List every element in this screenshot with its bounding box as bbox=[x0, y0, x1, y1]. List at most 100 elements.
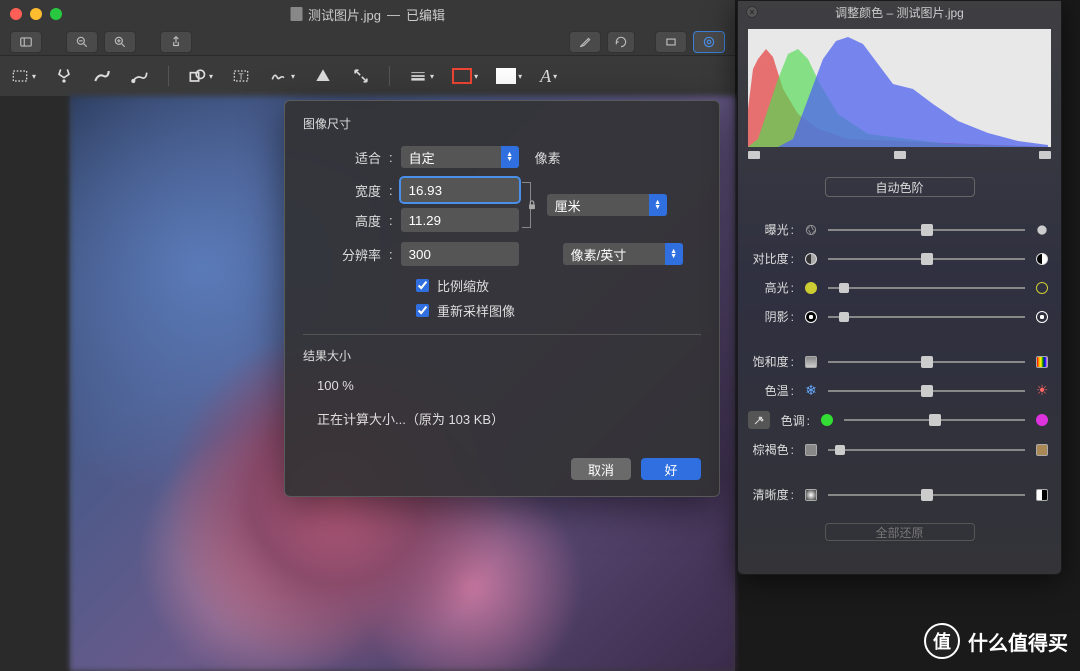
rotate-button[interactable] bbox=[607, 31, 635, 53]
resolution-input[interactable] bbox=[401, 242, 519, 266]
panel-close-button[interactable]: ✕ bbox=[746, 6, 758, 18]
saturation-label: 饱和度 bbox=[750, 353, 794, 370]
saturation-slider[interactable] bbox=[828, 361, 1025, 363]
adjust-color-panel: ✕ 调整颜色 – 测试图片.jpg 自动色阶 曝光 对比度 高光 阴影 bbox=[737, 0, 1062, 575]
dialog-divider bbox=[303, 334, 701, 335]
temp-cold-icon: ❄ bbox=[804, 384, 818, 398]
tint-slider[interactable] bbox=[844, 419, 1025, 421]
separator bbox=[168, 66, 169, 86]
highlights-slider-row: 高光 bbox=[738, 279, 1061, 296]
highlights-slider[interactable] bbox=[828, 287, 1025, 289]
share-button[interactable] bbox=[160, 31, 192, 53]
shadows-slider[interactable] bbox=[828, 316, 1025, 318]
sketch-tool[interactable] bbox=[92, 66, 112, 86]
sepia-full-icon bbox=[1035, 443, 1049, 457]
aperture-filled-icon bbox=[1035, 223, 1049, 237]
resolution-unit-select[interactable]: 像素/英寸 ▲▼ bbox=[563, 243, 683, 265]
saturation-high-icon bbox=[1035, 355, 1049, 369]
temperature-slider-row: 色温 ❄ ☀ bbox=[738, 382, 1061, 399]
fit-label: 适合 bbox=[303, 148, 381, 167]
sepia-slider[interactable] bbox=[828, 449, 1025, 451]
resolution-label: 分辨率 bbox=[303, 245, 381, 264]
sharpness-slider-row: 清晰度 bbox=[738, 486, 1061, 503]
window-maximize-button[interactable] bbox=[50, 8, 62, 20]
exposure-label: 曝光 bbox=[750, 221, 794, 238]
markup-button[interactable] bbox=[569, 31, 601, 53]
sharpness-low-icon bbox=[804, 488, 818, 502]
sepia-none-icon bbox=[804, 443, 818, 457]
temp-hot-icon: ☀ bbox=[1035, 384, 1049, 398]
ok-button[interactable]: 好 bbox=[641, 458, 701, 480]
sign-tool[interactable]: ▾ bbox=[269, 66, 295, 86]
panel-title: 调整颜色 – 测试图片.jpg bbox=[835, 4, 964, 21]
line-style-tool[interactable]: ▾ bbox=[408, 66, 434, 86]
watermark-badge: 值 bbox=[924, 623, 960, 659]
fill-color-tool[interactable]: ▾ bbox=[496, 68, 522, 84]
lock-icon[interactable] bbox=[525, 198, 539, 212]
section-result-label: 结果大小 bbox=[303, 347, 701, 364]
window-minimize-button[interactable] bbox=[30, 8, 42, 20]
contrast-slider[interactable] bbox=[828, 258, 1025, 260]
auto-levels-button[interactable]: 自动色阶 bbox=[825, 177, 975, 197]
separator bbox=[389, 66, 390, 86]
reset-all-button[interactable]: 全部还原 bbox=[825, 523, 975, 541]
width-label: 宽度 bbox=[303, 181, 381, 200]
shadows-label: 阴影 bbox=[750, 308, 794, 325]
traffic-lights bbox=[10, 8, 62, 20]
highlight-clip-slider[interactable] bbox=[1039, 151, 1051, 159]
temperature-slider[interactable] bbox=[828, 390, 1025, 392]
exposure-slider-row: 曝光 bbox=[738, 221, 1061, 238]
resolution-unit-value: 像素/英寸 bbox=[571, 245, 627, 264]
height-input[interactable] bbox=[401, 208, 519, 232]
height-label: 高度 bbox=[303, 211, 381, 230]
text-tool[interactable]: T bbox=[231, 66, 251, 86]
draw-tool[interactable] bbox=[130, 66, 150, 86]
adjust-color-tool[interactable] bbox=[313, 66, 333, 86]
histogram-sliders bbox=[748, 151, 1051, 159]
shapes-tool[interactable]: ▾ bbox=[187, 66, 213, 86]
shadows-slider-row: 阴影 bbox=[738, 308, 1061, 325]
window-close-button[interactable] bbox=[10, 8, 22, 20]
contrast-low-icon bbox=[804, 252, 818, 266]
sepia-label: 棕褐色 bbox=[750, 441, 794, 458]
scale-proportionally-checkbox[interactable] bbox=[416, 279, 429, 292]
svg-text:T: T bbox=[238, 71, 243, 81]
fit-select[interactable]: 自定 ▲▼ bbox=[401, 146, 519, 168]
aperture-icon bbox=[804, 223, 818, 237]
zoom-out-button[interactable] bbox=[66, 31, 98, 53]
histogram[interactable] bbox=[748, 29, 1051, 147]
shadow-outline-icon bbox=[1035, 310, 1049, 324]
result-message: 正在计算大小...（原为 103 KB） bbox=[317, 409, 701, 428]
sepia-slider-row: 棕褐色 bbox=[738, 441, 1061, 458]
zoom-in-button[interactable] bbox=[104, 31, 136, 53]
titlebar: 测试图片.jpg — 已编辑 bbox=[0, 0, 735, 28]
sharpness-slider[interactable] bbox=[828, 494, 1025, 496]
result-percent: 100 % bbox=[317, 378, 701, 393]
select-arrows-icon: ▲▼ bbox=[649, 194, 667, 216]
highlights-label: 高光 bbox=[750, 279, 794, 296]
sidebar-toggle-button[interactable] bbox=[10, 31, 42, 53]
window-status: 已编辑 bbox=[406, 5, 445, 24]
border-color-tool[interactable]: ▾ bbox=[452, 68, 478, 84]
cancel-button[interactable]: 取消 bbox=[571, 458, 631, 480]
width-input[interactable] bbox=[401, 178, 519, 202]
resample-image-checkbox[interactable] bbox=[416, 304, 429, 317]
toolbar-markup: ▾ ▾ T ▾ ▾ ▾ ▾ A▾ bbox=[0, 56, 735, 96]
selection-tool[interactable]: ▾ bbox=[10, 66, 36, 86]
crop-button[interactable] bbox=[655, 31, 687, 53]
shadow-filled-icon bbox=[804, 310, 818, 324]
tint-green-icon bbox=[820, 413, 834, 427]
contrast-label: 对比度 bbox=[750, 250, 794, 267]
exposure-slider[interactable] bbox=[828, 229, 1025, 231]
text-style-tool[interactable]: A▾ bbox=[540, 66, 557, 87]
midtone-slider[interactable] bbox=[894, 151, 906, 159]
eyedropper-button[interactable] bbox=[748, 411, 770, 429]
inspector-button[interactable] bbox=[693, 31, 725, 53]
adjust-size-tool[interactable] bbox=[351, 66, 371, 86]
tint-magenta-icon bbox=[1035, 413, 1049, 427]
size-unit-select[interactable]: 厘米 ▲▼ bbox=[547, 194, 667, 216]
instant-alpha-tool[interactable] bbox=[54, 66, 74, 86]
window-filename: 测试图片.jpg bbox=[308, 5, 381, 24]
shadow-clip-slider[interactable] bbox=[748, 151, 760, 159]
image-size-dialog: 图像尺寸 适合 : 自定 ▲▼ 像素 宽度 : 高度 : 厘米 ▲ bbox=[284, 100, 720, 497]
